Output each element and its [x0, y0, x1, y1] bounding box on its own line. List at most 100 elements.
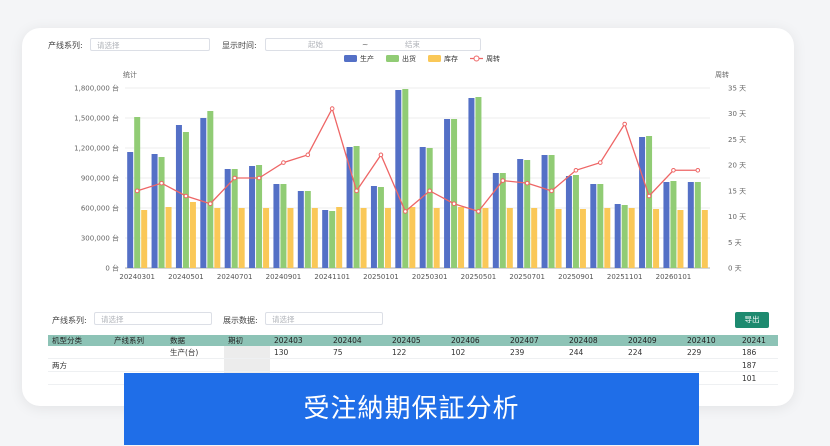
bar-库存: [604, 208, 611, 268]
bar-出货: [329, 211, 336, 268]
bar-出货: [402, 89, 409, 268]
col-header[interactable]: 202404: [329, 335, 388, 346]
col-header[interactable]: 期初: [224, 335, 270, 346]
col-header[interactable]: 202409: [624, 335, 683, 346]
turnover-point: [476, 209, 481, 214]
col-header[interactable]: 机型分类: [48, 335, 110, 346]
col-header[interactable]: 202407: [506, 335, 565, 346]
legend-marker-周转: [473, 55, 480, 62]
x-tick-label: 20250501: [461, 273, 497, 281]
bar-生产: [517, 159, 524, 268]
legend-swatch-库存: [428, 55, 441, 62]
bar-出货: [280, 184, 287, 268]
bar-生产: [590, 184, 597, 268]
table-cell: [565, 358, 624, 372]
turnover-point: [281, 160, 286, 165]
col-header[interactable]: 20241: [738, 335, 778, 346]
table-cell: [48, 371, 110, 385]
table-cell: 75: [329, 346, 388, 359]
bar-生产: [297, 191, 304, 268]
x-tick-label: 20250701: [509, 273, 545, 281]
table-cell: 187: [738, 358, 778, 372]
col-header[interactable]: 202406: [447, 335, 506, 346]
turnover-line: [136, 106, 698, 213]
x-tick-label: 20250901: [558, 273, 594, 281]
bar-出货: [231, 169, 238, 268]
table-cell: [447, 358, 506, 372]
turnover-point: [451, 201, 457, 207]
bar-出货: [597, 184, 604, 268]
bar-生产: [322, 210, 329, 268]
bar-生产: [395, 90, 402, 268]
bar-库存: [555, 209, 562, 268]
bar-库存: [238, 208, 245, 268]
turnover-point: [378, 152, 384, 158]
legend-swatch-生产: [344, 55, 357, 62]
y-tick-label-right: 10 天: [728, 213, 746, 221]
bar-生产: [273, 184, 280, 268]
bar-生产: [444, 119, 451, 268]
table-cell: [683, 358, 738, 372]
y-tick-label-right: 5 天: [728, 239, 742, 247]
turnover-point: [403, 209, 408, 214]
bar-出货: [572, 175, 579, 268]
bar-生产: [639, 137, 646, 268]
x-tick-label: 20240901: [266, 273, 302, 281]
bar-库存: [677, 210, 684, 268]
display-data-select[interactable]: 请选择: [265, 312, 383, 325]
bar-库存: [579, 209, 586, 268]
y-tick-label-left: 1,800,000 台: [74, 84, 119, 93]
bar-出货: [621, 205, 628, 268]
col-header[interactable]: 数据: [166, 335, 224, 346]
bar-出货: [256, 165, 263, 268]
bar-出货: [499, 173, 506, 268]
production-chart: 统计 周转 0 台 300,000 台 600,000 台 900,000 台 1,200,…: [74, 54, 746, 281]
y-tick-label-right: 25 天: [728, 136, 746, 144]
bar-生产: [200, 118, 207, 268]
table-header-row: 机型分类 产线系列 数据 期初 202403 202404 202405 202…: [48, 335, 778, 346]
table-cell: 生产(台): [166, 346, 224, 359]
bar-出货: [182, 132, 189, 268]
x-tick-label: 20240301: [119, 273, 155, 281]
col-header[interactable]: 202403: [270, 335, 329, 346]
table-row: 生产(台) 130 75 122 102 239 244 224 229 186: [48, 346, 778, 359]
y-tick-label-left: 900,000 台: [81, 174, 119, 183]
y-tick-label-right: 30 天: [728, 110, 746, 118]
bar-库存: [214, 208, 221, 268]
y-tick-label-right: 15 天: [728, 187, 746, 195]
bar-生产: [663, 182, 670, 268]
bar-库存: [263, 208, 270, 268]
table-cell: [48, 346, 110, 359]
bar-生产: [249, 166, 256, 268]
bar-出货: [304, 191, 311, 268]
bar-库存: [287, 208, 294, 268]
turnover-point: [232, 175, 237, 181]
turnover-point: [500, 178, 506, 183]
export-button[interactable]: 导出: [735, 312, 769, 328]
col-header[interactable]: 产线系列: [110, 335, 166, 346]
bar-库存: [360, 208, 367, 268]
bar-生产: [175, 125, 182, 268]
col-header[interactable]: 202408: [565, 335, 624, 346]
col-header[interactable]: 202405: [388, 335, 447, 346]
col-header[interactable]: 202410: [683, 335, 738, 346]
bottom-line-series-select[interactable]: 请选择: [94, 312, 212, 325]
turnover-point: [354, 188, 359, 194]
bar-出货: [451, 119, 458, 268]
bar-库存: [141, 210, 148, 268]
table-cell: [329, 358, 388, 372]
table-cell: 130: [270, 346, 329, 359]
bar-出货: [670, 181, 677, 268]
bar-库存: [531, 208, 538, 268]
table-cell: [110, 346, 166, 359]
bar-出货: [646, 136, 653, 268]
title-banner: 受注納期保証分析: [124, 373, 699, 445]
bar-出货: [475, 97, 482, 268]
bar-库存: [189, 202, 196, 268]
y-tick-label-left: 300,000 台: [81, 234, 119, 243]
turnover-point: [549, 188, 554, 194]
bar-出货: [158, 157, 165, 268]
bar-生产: [565, 176, 572, 268]
bar-库存: [384, 208, 391, 268]
bar-库存: [482, 208, 489, 268]
